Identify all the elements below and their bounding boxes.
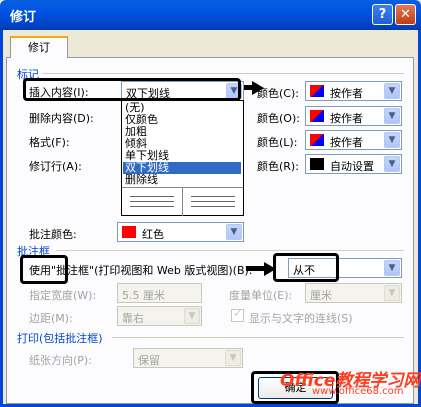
changed-lines-color-value: 自动设置 bbox=[330, 160, 374, 173]
window-frame-left bbox=[0, 30, 3, 407]
chevron-down-icon[interactable]: ▼ bbox=[384, 260, 400, 276]
changed-lines-color-combo[interactable]: 自动设置 ▼ bbox=[305, 154, 402, 174]
tab-track-changes[interactable]: 修订 bbox=[10, 36, 68, 58]
orientation-combo[interactable]: 保留 ▼ bbox=[133, 348, 243, 368]
title-bar: 修订 ? ✕ bbox=[0, 0, 421, 30]
format-color-label: 颜色(L): bbox=[257, 136, 298, 149]
chevron-down-icon[interactable]: ▼ bbox=[184, 308, 200, 324]
comment-color-label: 批注颜色: bbox=[29, 228, 77, 241]
highlight-box bbox=[23, 78, 241, 101]
section-printing: 打印(包括批注框) bbox=[17, 332, 103, 345]
chevron-down-icon[interactable]: ▼ bbox=[384, 132, 400, 148]
format-label: 格式(F): bbox=[29, 136, 70, 149]
width-label: 指定宽度(W): bbox=[29, 289, 97, 302]
margin-value: 靠右 bbox=[122, 312, 144, 325]
chevron-down-icon[interactable]: ▼ bbox=[226, 224, 242, 240]
help-button[interactable]: ? bbox=[372, 4, 393, 25]
window-title: 修订 bbox=[10, 10, 37, 25]
section-divider bbox=[42, 73, 404, 74]
red-swatch bbox=[122, 226, 136, 238]
chevron-down-icon[interactable]: ▼ bbox=[384, 156, 400, 172]
close-button[interactable]: ✕ bbox=[395, 4, 416, 25]
by-author-swatch bbox=[310, 110, 324, 122]
margin-label: 边距(M): bbox=[29, 312, 73, 325]
insert-dropdown-list[interactable]: (无) 仅颜色 加粗 倾斜 单下划线 双下划线 删除线 bbox=[121, 100, 244, 216]
dropdown-option[interactable]: 删除线 bbox=[123, 174, 241, 186]
show-lines-checkbox[interactable] bbox=[231, 307, 244, 322]
format-color-value: 按作者 bbox=[330, 136, 363, 149]
watermark-url: www.office68.com bbox=[312, 386, 404, 397]
by-author-swatch bbox=[310, 134, 324, 146]
unit-combo[interactable]: 厘米 ▼ bbox=[305, 283, 402, 303]
auto-color-swatch bbox=[310, 158, 324, 170]
delete-color-combo[interactable]: 按作者 ▼ bbox=[305, 106, 402, 126]
insert-color-combo[interactable]: 按作者 ▼ bbox=[305, 81, 402, 101]
arrow-stem bbox=[246, 266, 266, 271]
chevron-down-icon[interactable]: ▼ bbox=[225, 350, 241, 366]
arrow-right-icon bbox=[252, 81, 264, 95]
chevron-down-icon[interactable]: ▼ bbox=[384, 83, 400, 99]
markup-preview bbox=[122, 187, 243, 216]
format-color-combo[interactable]: 按作者 ▼ bbox=[305, 130, 402, 150]
highlight-box bbox=[273, 253, 339, 282]
unit-label: 度量单位(E): bbox=[229, 289, 293, 302]
orientation-value: 保留 bbox=[138, 354, 160, 367]
margin-combo[interactable]: 靠右 ▼ bbox=[117, 306, 202, 326]
arrow-right-icon bbox=[264, 262, 276, 276]
comment-color-value: 红色 bbox=[142, 228, 164, 241]
highlight-box bbox=[20, 255, 68, 284]
changed-lines-label: 修订行(A): bbox=[29, 160, 82, 173]
chevron-down-icon[interactable]: ▼ bbox=[384, 285, 400, 301]
show-lines-label: 显示与文字的连线(S) bbox=[249, 312, 353, 325]
delete-color-value: 按作者 bbox=[330, 112, 363, 125]
section-divider bbox=[112, 337, 404, 338]
delete-color-label: 颜色(O): bbox=[257, 112, 300, 125]
width-value: 5.5 厘米 bbox=[122, 289, 165, 302]
unit-value: 厘米 bbox=[310, 289, 332, 302]
orientation-label: 纸张方向(P): bbox=[29, 354, 92, 367]
changed-lines-color-label: 颜色(R): bbox=[257, 160, 299, 173]
width-spin[interactable]: 5.5 厘米 bbox=[117, 283, 202, 303]
section-divider bbox=[56, 250, 404, 251]
by-author-swatch bbox=[310, 85, 324, 97]
comment-color-combo[interactable]: 红色 ▼ bbox=[117, 222, 244, 242]
insert-color-value: 按作者 bbox=[330, 87, 363, 100]
chevron-down-icon[interactable]: ▼ bbox=[384, 108, 400, 124]
delete-label: 删除内容(D): bbox=[29, 112, 94, 125]
